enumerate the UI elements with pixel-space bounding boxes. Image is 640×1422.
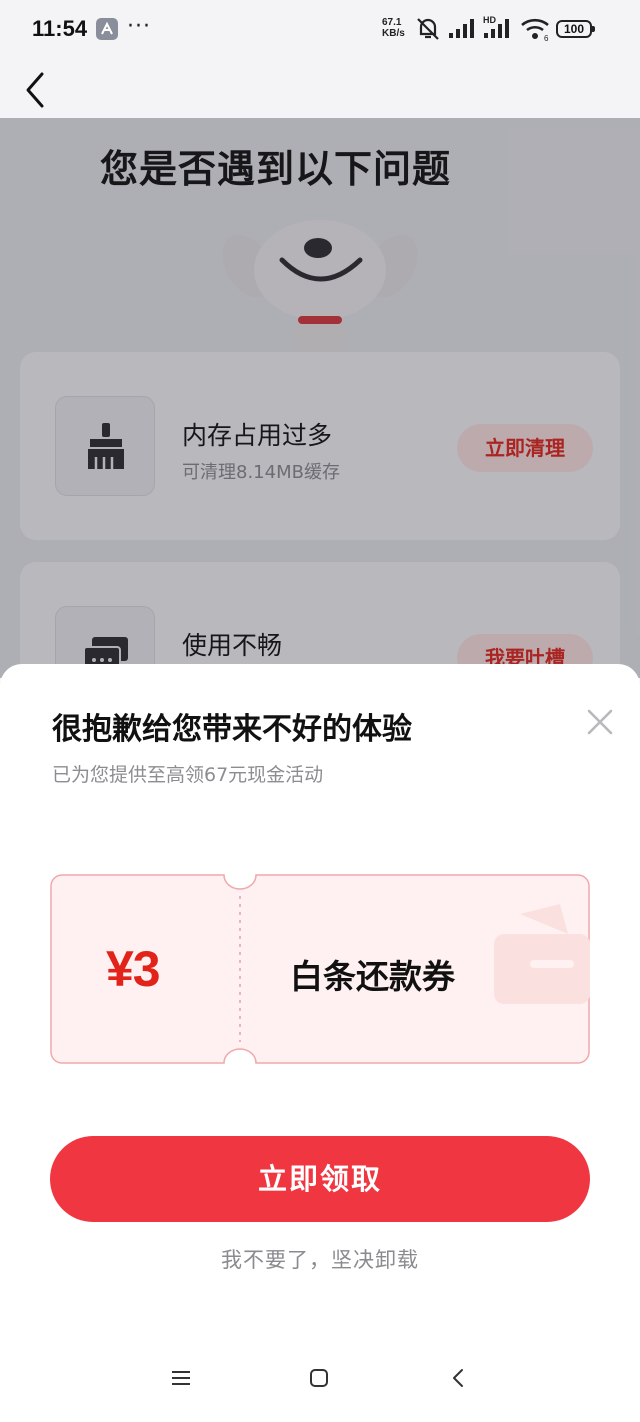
svg-text:HD: HD [483,15,496,25]
dim-overlay[interactable] [0,118,640,678]
coupon-card[interactable]: ¥3 白条还款券 [50,874,590,1064]
home-icon[interactable] [308,1368,330,1392]
status-time: 11:54 [32,16,88,41]
sheet-title: 很抱歉给您带来不好的体验 [52,712,412,747]
svg-text:6: 6 [544,34,549,42]
more-notifications-icon: ··· [127,14,151,39]
mute-icon [414,16,442,46]
retention-bottom-sheet: 很抱歉给您带来不好的体验 已为您提供至高领67元现金活动 ¥3 白条还款券 立即… [0,664,640,1422]
signal-icon [448,16,478,44]
network-speed: 67.1 KB/s [382,17,405,39]
close-icon[interactable] [586,708,614,740]
uninstall-anyway-link[interactable]: 我不要了，坚决卸载 [0,1244,640,1274]
signal-hd-icon: HD [482,14,514,44]
system-back-icon[interactable] [448,1368,470,1392]
coupon-name: 白条还款券 [290,957,455,996]
system-nav-bar [0,1352,640,1412]
wallet-watermark-icon [490,904,590,1018]
app-notification-icon [96,18,118,40]
claim-now-button[interactable]: 立即领取 [50,1136,590,1222]
menu-icon[interactable] [170,1368,192,1392]
wifi-icon: 6 [520,16,552,46]
battery-indicator: 100 [556,20,595,38]
coupon-amount: ¥3 [106,941,161,997]
status-bar: 11:54 ··· 67.1 KB/s HD 6 100 [0,0,640,58]
back-button[interactable] [20,66,56,110]
top-nav-bar [0,58,640,118]
sheet-subtitle: 已为您提供至高领67元现金活动 [52,764,324,786]
